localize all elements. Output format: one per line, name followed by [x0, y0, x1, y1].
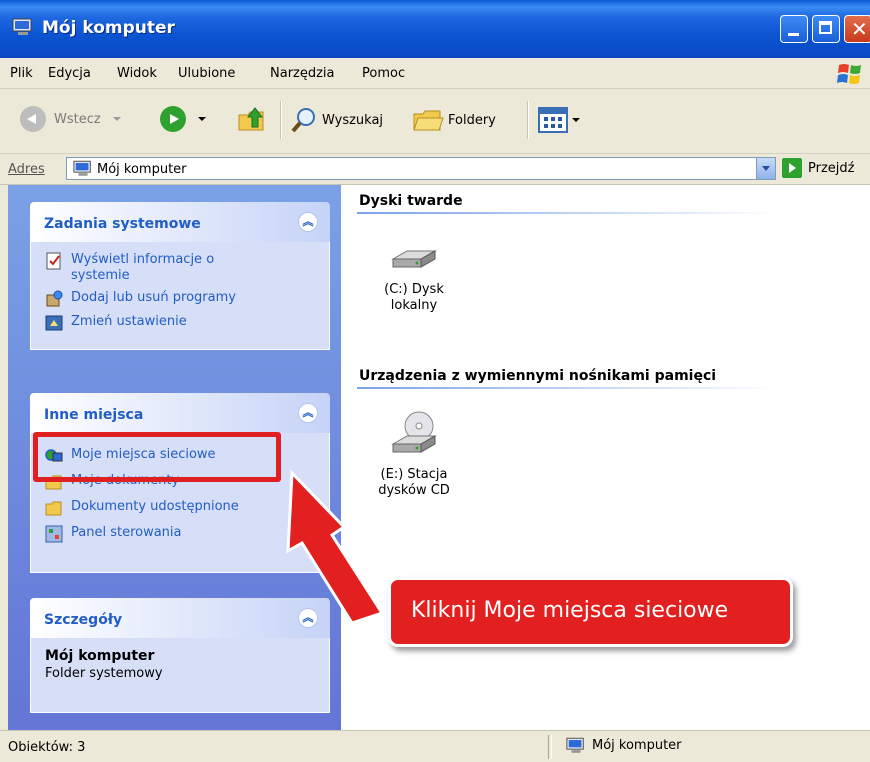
address-dropdown-button[interactable] [756, 158, 775, 179]
toolbar-separator [280, 101, 282, 139]
group-divider [357, 212, 777, 214]
system-tasks-header[interactable]: Zadania systemowe ︽ [30, 202, 330, 242]
my-computer-icon [73, 160, 91, 176]
folders-button[interactable]: Foldery [412, 106, 496, 134]
control-panel-icon [45, 315, 63, 331]
collapse-icon[interactable]: ︽ [298, 212, 318, 232]
task-system-info-label: Wyświetl informacje o systemie [71, 252, 215, 283]
details-name: Mój komputer [45, 648, 155, 664]
back-arrow-icon [20, 106, 46, 132]
address-input[interactable]: Mój komputer [66, 157, 776, 180]
maximize-button[interactable] [812, 15, 840, 43]
task-change-setting[interactable]: Zmień ustawienie [45, 314, 315, 332]
menu-plik[interactable]: Plik [10, 66, 33, 81]
up-folder-icon[interactable] [236, 103, 268, 135]
address-bar: Adres Mój komputer Przejdź [0, 154, 870, 185]
group-divider [357, 387, 777, 389]
forward-dropdown-icon[interactable] [198, 117, 206, 121]
place-control-panel-label: Panel sterowania [71, 525, 182, 540]
task-system-info[interactable]: Wyświetl informacje o systemie [45, 252, 255, 284]
back-button[interactable]: Wstecz [20, 106, 121, 132]
status-location: Mój komputer [566, 737, 682, 754]
go-label: Przejdź [808, 160, 855, 176]
annotation-arrow-icon [286, 469, 385, 625]
forward-arrow-icon [160, 106, 186, 132]
go-button[interactable]: Przejdź [782, 158, 854, 178]
back-label: Wstecz [54, 111, 101, 127]
group-hard-drives: Dyski twarde [359, 193, 463, 209]
group-removable: Urządzenia z wymiennymi nośnikami pamięc… [359, 368, 717, 384]
back-dropdown-icon[interactable] [112, 117, 121, 121]
task-change-setting-label: Zmień ustawienie [71, 314, 187, 329]
status-count: Obiektów: 3 [8, 740, 86, 755]
task-add-remove-label: Dodaj lub usuń programy [71, 290, 236, 305]
folders-icon [413, 110, 444, 131]
close-icon: ✕ [851, 17, 868, 41]
drive-c-label: (C:) Dysk lokalny [384, 282, 444, 313]
highlight-box [33, 432, 281, 482]
toolbar: Wstecz Wyszukaj Foldery [0, 89, 870, 154]
status-bar: Obiektów: 3 Mój komputer [0, 730, 870, 762]
window-title: Mój komputer [42, 18, 175, 38]
address-label: Adres [8, 162, 45, 177]
search-label: Wyszukaj [322, 112, 384, 128]
my-computer-icon [566, 737, 584, 753]
menu-ulubione[interactable]: Ulubione [178, 66, 235, 81]
details-body: Mój komputer Folder systemowy [30, 638, 330, 713]
task-add-remove-programs[interactable]: Dodaj lub usuń programy [45, 290, 315, 308]
callout-text: Kliknij Moje miejsca sieciowe [411, 598, 729, 623]
title-bar[interactable]: Mój komputer ✕ [0, 0, 870, 58]
windows-logo-icon [837, 64, 861, 84]
system-tasks-panel: Zadania systemowe ︽ Wyświetl informacje … [30, 202, 330, 350]
file-view: Dyski twarde (C:) Dysk lokalny Urządzeni… [341, 185, 870, 730]
shared-documents-icon [45, 501, 62, 516]
place-shared-documents-label: Dokumenty udostępnione [71, 499, 239, 514]
menu-edycja[interactable]: Edycja [48, 66, 91, 81]
status-separator [548, 735, 552, 759]
instruction-callout: Kliknij Moje miejsca sieciowe [388, 577, 793, 647]
control-panel-icon [45, 525, 63, 543]
minimize-button[interactable] [780, 15, 808, 43]
cd-drive-icon [391, 411, 437, 453]
add-remove-programs-icon [46, 290, 63, 307]
search-icon [291, 108, 315, 133]
explorer-window: Mój komputer ✕ Plik Edycja Widok Ulubion… [0, 0, 870, 762]
go-arrow-icon [782, 158, 802, 178]
system-tasks-title: Zadania systemowe [44, 216, 201, 232]
menu-widok[interactable]: Widok [117, 66, 157, 81]
toolbar-separator [527, 101, 529, 139]
other-places-title: Inne miejsca [44, 407, 144, 423]
drive-c[interactable]: (C:) Dysk lokalny [359, 243, 469, 314]
system-tasks-list: Wyświetl informacje o systemie Dodaj lub… [30, 242, 330, 350]
other-places-header[interactable]: Inne miejsca ︽ [30, 393, 330, 433]
hard-drive-icon [391, 250, 437, 268]
menu-narzedzia[interactable]: Narzędzia [270, 66, 335, 81]
system-info-icon [46, 252, 61, 270]
my-computer-icon [12, 18, 32, 35]
menu-bar: Plik Edycja Widok Ulubione Narzędzia Pom… [0, 58, 870, 89]
details-title: Szczegóły [44, 612, 123, 628]
status-location-label: Mój komputer [592, 738, 682, 753]
details-type: Folder systemowy [45, 666, 163, 681]
folders-label: Foldery [448, 112, 496, 128]
address-value: Mój komputer [97, 162, 187, 177]
menu-pomoc[interactable]: Pomoc [362, 66, 405, 81]
search-button[interactable]: Wyszukaj [290, 106, 383, 134]
collapse-icon[interactable]: ︽ [298, 403, 318, 423]
views-icon [538, 107, 568, 133]
forward-button[interactable] [160, 106, 206, 132]
views-button[interactable] [538, 107, 580, 133]
close-button[interactable]: ✕ [844, 15, 870, 43]
views-dropdown-icon [572, 118, 580, 122]
